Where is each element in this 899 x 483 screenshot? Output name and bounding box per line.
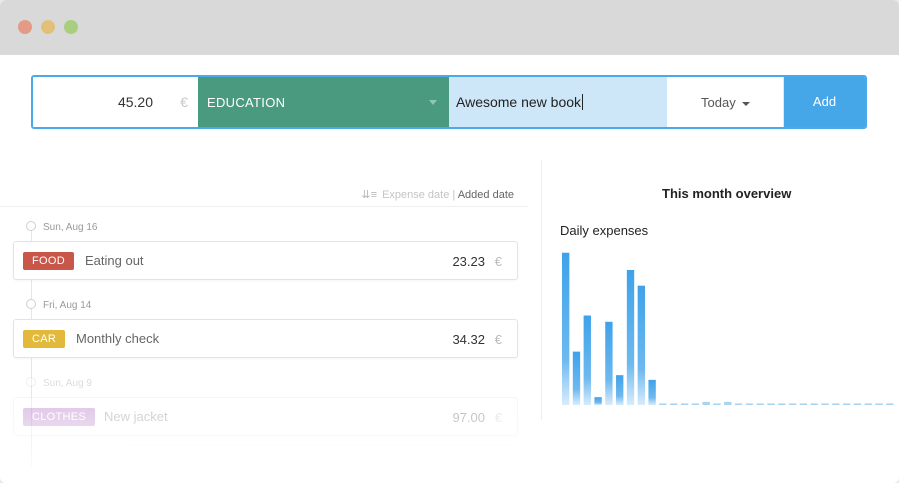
chart-bar-day-28 (853, 403, 862, 405)
timeline-dot (26, 221, 36, 231)
chart-bar-day-31 (886, 403, 894, 405)
chart-bar-day-3 (583, 315, 591, 405)
chart-bar-day-17 (734, 403, 743, 405)
chart-title: Daily expenses (560, 223, 649, 238)
expense-card[interactable]: CLOTHES New jacket 97.00 € (13, 397, 518, 436)
chart-bar-day-23 (799, 403, 808, 405)
amount-input[interactable]: 45.20 € (33, 77, 198, 127)
chart-bar-day-1 (562, 252, 570, 405)
description-value: Awesome new book (456, 94, 584, 110)
maximize-window-button[interactable] (64, 20, 78, 34)
title-bar (0, 0, 899, 55)
timeline-date: Sun, Aug 9 (26, 377, 92, 389)
timeline-dot (26, 377, 36, 387)
chart-bar-day-29 (864, 403, 872, 405)
timeline-date: Fri, Aug 14 (26, 299, 91, 311)
caret-down-icon (742, 102, 750, 106)
timeline-dot (26, 299, 36, 309)
chart-bar-day-18 (745, 403, 754, 405)
chart-bar-day-8 (637, 285, 645, 405)
expense-card[interactable] (13, 445, 518, 483)
chart-bar-day-16 (724, 401, 732, 405)
chart-bar-day-6 (616, 375, 624, 405)
category-select[interactable]: EDUCATION (198, 77, 449, 127)
expense-entry-form: 45.20 € EDUCATION Awesome new book Today… (31, 75, 867, 129)
chart-bar-day-4 (594, 397, 602, 405)
sort-controls: ⇊≡ Expense date | Added date (361, 188, 514, 201)
minimize-window-button[interactable] (41, 20, 55, 34)
sort-expense-date[interactable]: Expense date (382, 189, 449, 201)
chart-bar-day-12 (680, 403, 689, 405)
date-value: Today (701, 95, 736, 110)
sort-icon: ⇊≡ (361, 189, 377, 201)
chart-bar-day-19 (756, 403, 764, 405)
sort-separator: | (452, 189, 456, 201)
chart-bar-day-24 (810, 403, 818, 405)
expense-amount: 23.23 (452, 254, 485, 269)
currency-symbol: € (180, 94, 188, 110)
chart-bar-day-2 (572, 351, 581, 405)
text-cursor (582, 94, 584, 110)
app-window: 45.20 € EDUCATION Awesome new book Today… (0, 0, 899, 483)
expense-description: New jacket (104, 409, 168, 424)
panel-divider (541, 160, 542, 420)
close-window-button[interactable] (18, 20, 32, 34)
amount-value: 45.20 (117, 94, 153, 110)
category-selected-value: EDUCATION (207, 95, 286, 110)
chart-bar-day-7 (626, 269, 635, 405)
chart-bar-day-22 (788, 403, 797, 405)
chevron-down-icon (429, 100, 437, 105)
chart-bar-day-11 (670, 403, 678, 405)
chart-bar-day-5 (605, 321, 613, 405)
expense-amount: 97.00 (452, 410, 485, 425)
category-tag: CAR (23, 330, 66, 348)
overview-title: This month overview (662, 186, 792, 201)
chart-bar-day-21 (778, 403, 786, 405)
chart-bar-day-9 (648, 379, 656, 405)
expense-description: Monthly check (76, 331, 160, 346)
category-tag: FOOD (23, 252, 74, 270)
add-button[interactable]: Add (784, 77, 865, 127)
timeline-date: Sun, Aug 16 (26, 221, 98, 233)
expense-card[interactable]: CAR Monthly check 34.32 € (13, 319, 518, 358)
chart-bar-day-13 (691, 403, 700, 405)
category-tag: CLOTHES (23, 408, 96, 426)
chart-bar-day-15 (713, 403, 721, 405)
daily-expenses-chart (562, 252, 894, 405)
date-dropdown[interactable]: Today (667, 77, 784, 127)
expense-currency: € (494, 254, 502, 269)
expense-description: Eating out (85, 253, 144, 268)
description-input[interactable]: Awesome new book (449, 77, 667, 127)
sort-added-date[interactable]: Added date (458, 189, 514, 201)
chart-bar-day-30 (875, 403, 883, 405)
chart-bar-day-27 (842, 403, 851, 405)
expense-currency: € (494, 410, 502, 425)
chart-bar-day-20 (767, 403, 775, 405)
expense-amount: 34.32 (452, 332, 485, 347)
chart-bar-day-10 (659, 403, 667, 405)
chart-bar-day-14 (702, 401, 710, 405)
expense-card[interactable]: FOOD Eating out 23.23 € (13, 241, 518, 280)
list-header-divider (0, 206, 528, 207)
chart-bar-day-25 (821, 403, 829, 405)
expense-currency: € (494, 332, 502, 347)
chart-bar-day-26 (832, 403, 840, 405)
